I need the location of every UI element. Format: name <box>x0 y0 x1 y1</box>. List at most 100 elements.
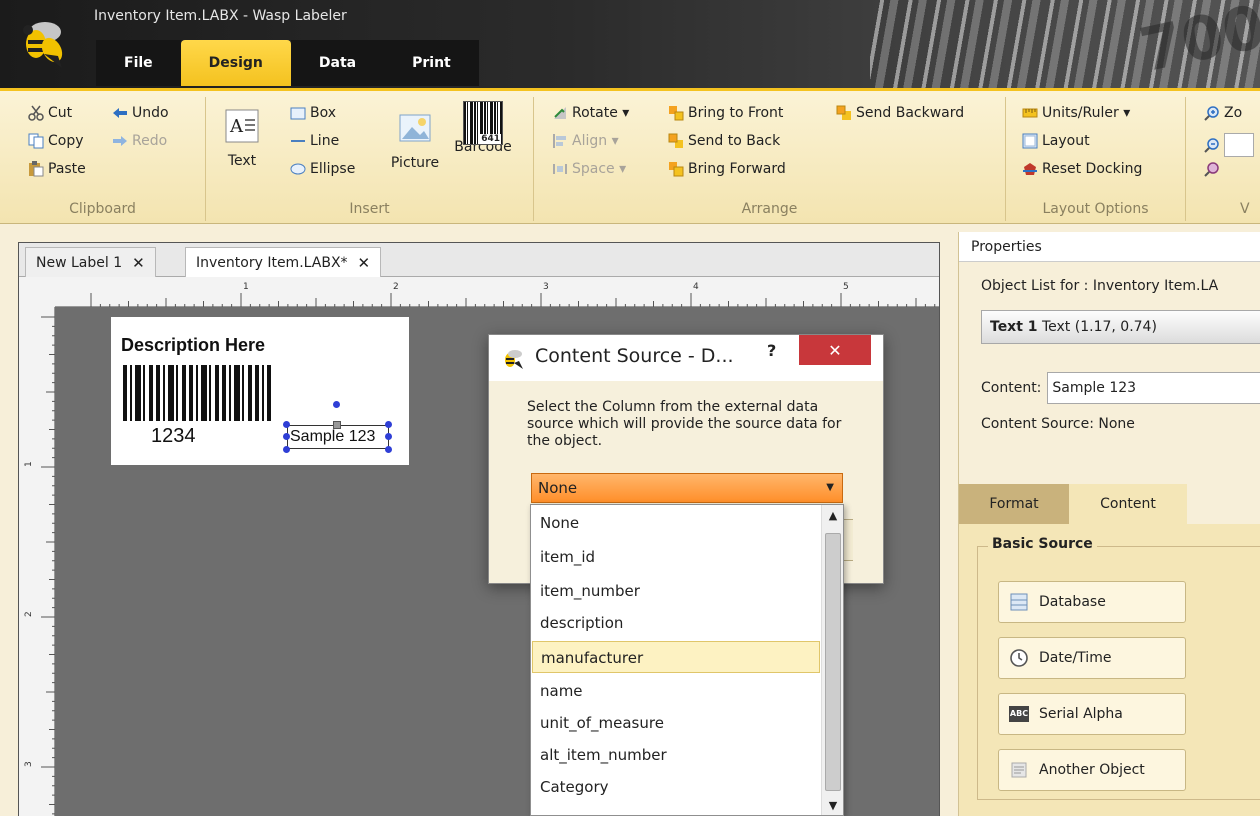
units-ruler-label: Units/Ruler ▾ <box>1042 105 1131 121</box>
paste-button[interactable]: Paste <box>28 161 86 177</box>
resize-handle-top-left[interactable] <box>283 421 290 428</box>
serial-alpha-source-button[interactable]: ABC Serial Alpha <box>998 693 1186 735</box>
bring-to-front-button[interactable]: Bring to Front <box>668 105 783 121</box>
zoom-out-button[interactable] <box>1204 133 1254 157</box>
send-backward-icon <box>836 105 851 120</box>
dialog-instructions: Select the Column from the external data… <box>527 399 842 449</box>
close-tab-icon[interactable]: ✕ <box>132 254 145 272</box>
units-ruler-button[interactable]: Units/Ruler ▾ <box>1022 105 1130 121</box>
redo-button[interactable]: Redo <box>112 133 167 149</box>
rotate-button[interactable]: Rotate ▾ <box>552 105 629 121</box>
dropdown-option-hovered[interactable]: manufacturer <box>532 641 820 673</box>
wasp-app-icon[interactable] <box>14 10 76 72</box>
menu-tab-design[interactable]: Design <box>180 40 291 86</box>
dropdown-option[interactable]: unit_of_measure <box>532 707 820 739</box>
insert-text-button[interactable]: A Text <box>220 109 264 169</box>
dropdown-option[interactable]: None <box>532 507 820 539</box>
align-button[interactable]: Align ▾ <box>552 133 619 149</box>
dropdown-option[interactable]: Category <box>532 771 820 803</box>
space-button[interactable]: Space ▾ <box>552 161 626 177</box>
database-source-button[interactable]: Database <box>998 581 1186 623</box>
ellipse-shape-icon <box>290 163 306 175</box>
doc-tab-inventory-item[interactable]: Inventory Item.LABX* ✕ <box>185 247 382 277</box>
dropdown-option[interactable]: item_id <box>532 541 820 573</box>
ruler-label: 2 <box>24 611 34 617</box>
move-handle[interactable] <box>333 421 341 429</box>
label-card[interactable]: Description Here 1234 Sample 123 <box>111 317 409 465</box>
dialog-title-bar[interactable]: Content Source - D... ? ✕ <box>489 335 883 381</box>
scroll-up-icon[interactable]: ▲ <box>822 505 843 527</box>
dropdown-option[interactable]: item_number <box>532 575 820 607</box>
column-select-value: None <box>538 479 578 497</box>
another-object-label: Another Object <box>1039 762 1145 778</box>
menu-tab-data[interactable]: Data <box>290 40 385 86</box>
content-input[interactable]: Sample 123 <box>1047 372 1260 404</box>
copy-button[interactable]: Copy <box>28 133 84 149</box>
rotate-icon <box>554 107 566 119</box>
insert-ellipse-button[interactable]: Ellipse <box>290 161 355 177</box>
insert-barcode-button[interactable]: 641 Barcode <box>450 101 516 155</box>
label-description-text[interactable]: Description Here <box>121 335 265 356</box>
serial-alpha-label: Serial Alpha <box>1039 706 1123 722</box>
resize-handle-top-right[interactable] <box>385 421 392 428</box>
column-select[interactable]: None ▼ <box>531 473 843 503</box>
resize-handle-bottom-right[interactable] <box>385 446 392 453</box>
label-barcode[interactable] <box>123 365 271 421</box>
insert-line-label: Line <box>310 133 340 149</box>
close-tab-icon[interactable]: ✕ <box>358 254 371 272</box>
zoom-fit-button[interactable] <box>1204 161 1220 177</box>
object-list-label: Object List for : Inventory Item.LA <box>981 278 1219 294</box>
dropdown-option[interactable]: name <box>532 675 820 707</box>
another-object-source-button[interactable]: Another Object <box>998 749 1186 791</box>
bring-forward-button[interactable]: Bring Forward <box>668 161 786 177</box>
dialog-title: Content Source - D... <box>535 345 734 367</box>
insert-line-button[interactable]: Line <box>290 133 339 149</box>
rotate-handle[interactable] <box>333 401 340 408</box>
dropdown-scrollbar[interactable]: ▲ ▼ <box>821 505 843 815</box>
paste-label: Paste <box>48 161 86 177</box>
tab-format[interactable]: Format <box>959 484 1069 524</box>
copy-icon <box>28 133 44 149</box>
bring-to-front-label: Bring to Front <box>688 105 784 121</box>
dropdown-option[interactable]: alt_item_number <box>532 739 820 771</box>
zoom-fit-icon <box>1204 162 1219 177</box>
layout-button[interactable]: Layout <box>1022 133 1090 149</box>
dialog-close-button[interactable]: ✕ <box>799 335 871 365</box>
properties-header: Properties <box>959 232 1260 262</box>
zoom-input[interactable] <box>1224 133 1254 157</box>
cut-button[interactable]: Cut <box>28 105 72 121</box>
insert-box-label: Box <box>310 105 337 121</box>
help-icon[interactable]: ? <box>767 341 776 360</box>
dropdown-option[interactable]: description <box>532 607 820 639</box>
send-backward-button[interactable]: Send Backward <box>836 105 964 121</box>
tab-content[interactable]: Content <box>1069 484 1187 524</box>
basic-source-title: Basic Source <box>988 536 1097 552</box>
layout-options-group: Units/Ruler ▾ Layout Reset Docking Layou… <box>1006 97 1186 221</box>
cut-label: Cut <box>48 105 73 121</box>
ribbon: Cut Copy Paste Undo Redo Clipboard A Tex… <box>0 88 1260 224</box>
barcode-icon-digits: 641 <box>480 134 501 144</box>
scroll-down-icon[interactable]: ▼ <box>822 795 843 815</box>
send-to-back-button[interactable]: Send to Back <box>668 133 780 149</box>
ruler-label: 2 <box>393 282 399 292</box>
resize-handle-right[interactable] <box>385 433 392 440</box>
insert-box-button[interactable]: Box <box>290 105 336 121</box>
ruler-label: 1 <box>24 461 34 467</box>
bring-to-front-icon <box>669 106 684 121</box>
menu-tab-print[interactable]: Print <box>384 40 479 86</box>
resize-handle-left[interactable] <box>283 433 290 440</box>
datetime-source-button[interactable]: Date/Time <box>998 637 1186 679</box>
reset-docking-button[interactable]: Reset Docking <box>1022 161 1142 177</box>
object-list-select[interactable]: Text 1 Text (1.17, 0.74) <box>981 310 1260 344</box>
zoom-out-icon <box>1204 138 1219 153</box>
resize-handle-bottom-left[interactable] <box>283 446 290 453</box>
column-dropdown-list: None item_id item_number description man… <box>530 504 844 816</box>
text-tool-icon: A <box>225 109 259 143</box>
undo-button[interactable]: Undo <box>112 105 169 121</box>
doc-tab-new-label-1[interactable]: New Label 1 ✕ <box>25 247 156 277</box>
bring-forward-icon <box>669 162 684 177</box>
insert-picture-button[interactable]: Picture <box>384 111 446 171</box>
menu-tab-file[interactable]: File <box>96 40 181 86</box>
scroll-thumb[interactable] <box>825 533 841 791</box>
zoom-in-button[interactable]: Zo <box>1204 105 1242 121</box>
